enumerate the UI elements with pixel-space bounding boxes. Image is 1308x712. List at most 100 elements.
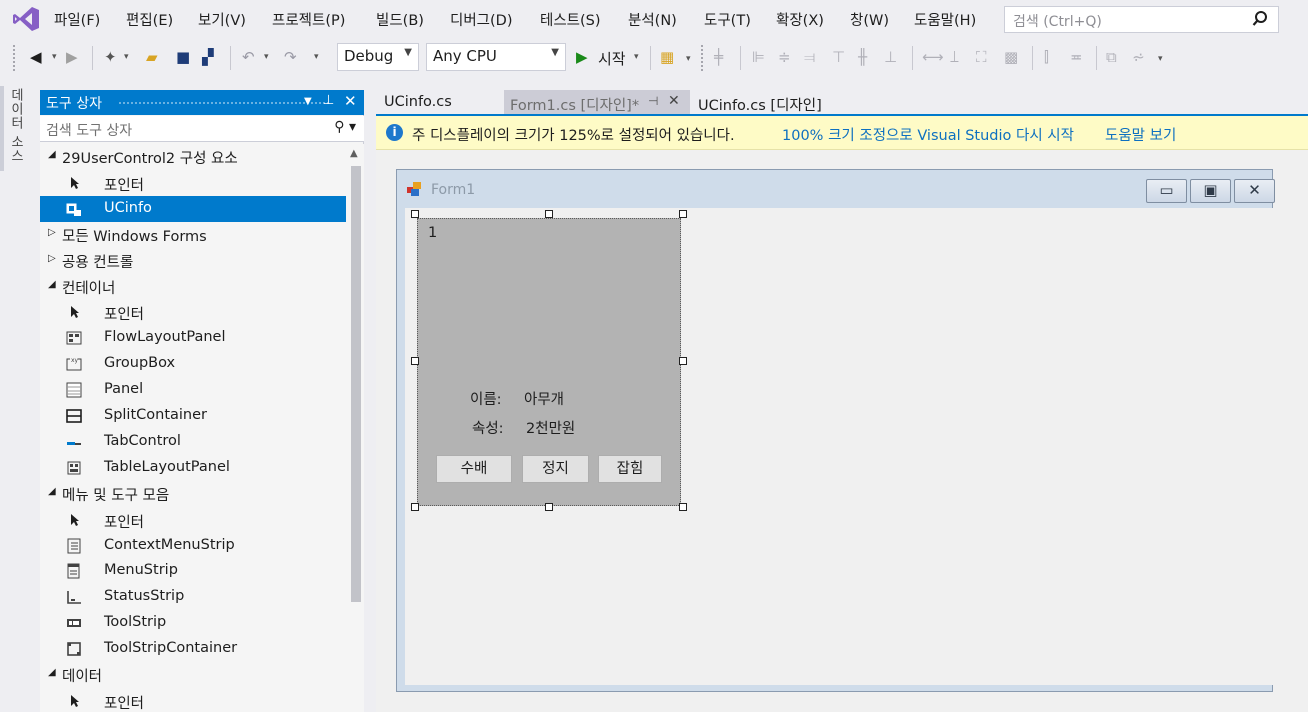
close-button[interactable]: ✕ <box>1234 179 1275 203</box>
collapsed-triangle-icon[interactable]: ▷ <box>48 227 56 238</box>
close-tab-icon[interactable]: ✕ <box>668 93 680 109</box>
align-lefts-icon[interactable]: ⊫ <box>752 48 765 66</box>
start-play-icon[interactable]: ▶ <box>576 48 588 66</box>
expanded-triangle-icon[interactable]: ◢ <box>48 486 56 497</box>
new-project-dropdown-icon[interactable]: ▾ <box>124 52 129 62</box>
solution-configuration-select[interactable]: Debug ▼ <box>337 43 419 71</box>
window-position-dropdown-icon[interactable]: ▼ <box>304 96 312 107</box>
toolbox-item[interactable]: TabControl <box>40 429 346 455</box>
resize-handle-sw[interactable] <box>411 503 419 511</box>
toolbox-search-input[interactable]: 검색 도구 상자 ⚲ ▾ <box>40 116 364 142</box>
start-button[interactable]: 시작 <box>598 48 626 69</box>
search-input[interactable]: 검색 (Ctrl+Q) <box>1004 6 1279 33</box>
toolbox-item[interactable]: 포인터 <box>40 507 346 533</box>
new-project-icon[interactable]: ✦ <box>104 48 117 66</box>
caught-button[interactable]: 잡힘 <box>598 455 662 483</box>
menu-test[interactable]: 테스트(S) <box>540 9 601 30</box>
align-to-grid-icon[interactable]: ╪ <box>714 48 723 66</box>
expanded-triangle-icon[interactable]: ◢ <box>48 149 56 160</box>
toolbar-overflow-icon[interactable]: ▾ <box>1158 54 1163 64</box>
wanted-button[interactable]: 수배 <box>436 455 512 483</box>
expanded-triangle-icon[interactable]: ◢ <box>48 279 56 290</box>
close-icon[interactable]: ✕ <box>344 92 357 110</box>
back-dropdown-icon[interactable]: ▾ <box>52 52 57 62</box>
make-same-width-icon[interactable]: ⟷ <box>922 48 944 66</box>
resize-handle-n[interactable] <box>545 210 553 218</box>
resize-handle-e[interactable] <box>679 357 687 365</box>
menu-extensions[interactable]: 확장(X) <box>776 9 824 30</box>
align-rights-icon[interactable]: ⫤ <box>804 48 815 66</box>
minimize-button[interactable]: ▭ <box>1146 179 1187 203</box>
help-link[interactable]: 도움말 보기 <box>1105 124 1176 145</box>
expanded-triangle-icon[interactable]: ◢ <box>48 667 56 678</box>
toolbox-item[interactable]: MenuStrip <box>40 558 346 584</box>
forward-icon[interactable]: ▶ <box>66 48 78 66</box>
pin-tab-icon[interactable]: ⊣ <box>648 94 658 108</box>
redo-icon[interactable]: ↷ <box>284 48 297 66</box>
menu-edit[interactable]: 편집(E) <box>126 9 173 30</box>
tab-ucinfo-design[interactable]: UCinfo.cs [디자인] <box>692 90 828 116</box>
toolbar-grip[interactable] <box>700 44 704 72</box>
menu-help[interactable]: 도움말(H) <box>914 9 976 30</box>
scrollbar-thumb[interactable] <box>351 166 361 602</box>
menu-build[interactable]: 빌드(B) <box>376 9 424 30</box>
make-same-size-icon[interactable]: ⛶ <box>976 48 987 66</box>
align-middles-icon[interactable]: ╫ <box>858 48 867 66</box>
toolbar-overflow-icon[interactable]: ▾ <box>686 54 691 64</box>
toolbox-category[interactable]: ▷ 모든 Windows Forms <box>40 222 346 248</box>
resize-handle-nw[interactable] <box>411 210 419 218</box>
collapsed-triangle-icon[interactable]: ▷ <box>48 253 56 264</box>
visual-studio-logo-icon[interactable] <box>12 6 40 32</box>
resize-handle-ne[interactable] <box>679 210 687 218</box>
designer-surface[interactable]: Form1 ▭ ▣ ✕ 1 이름: 아무개 속성: 2천만원 수배 정지 잡힘 <box>376 150 1308 712</box>
toolbox-category[interactable]: ▷ 공용 컨트롤 <box>40 248 346 274</box>
align-centers-icon[interactable]: ≑ <box>778 48 791 66</box>
toolbox-item[interactable]: 포인터 <box>40 170 346 196</box>
toolbox-item[interactable]: StatusStrip <box>40 584 346 610</box>
form-window[interactable]: Form1 ▭ ▣ ✕ 1 이름: 아무개 속성: 2천만원 수배 정지 잡힘 <box>396 169 1278 692</box>
horizontal-spacing-icon[interactable]: ⫿ <box>1044 48 1049 66</box>
menu-debug[interactable]: 디버그(D) <box>450 9 513 30</box>
toolbox-item[interactable]: 포인터 <box>40 299 346 325</box>
toolbox-item[interactable]: ToolStrip <box>40 610 346 636</box>
toolbox-category[interactable]: ◢ 컨테이너 <box>40 274 346 300</box>
data-sources-side-tab[interactable]: 데이터 소스 <box>0 86 30 176</box>
toolbox-item[interactable]: TableLayoutPanel <box>40 455 346 481</box>
redo-dropdown-icon[interactable]: ▾ <box>314 52 319 62</box>
toolbox-item[interactable]: SplitContainer <box>40 403 346 429</box>
toolbox-category[interactable]: ◢ 메뉴 및 도구 모음 <box>40 481 346 507</box>
toolbox-item[interactable]: ToolStripContainer <box>40 636 346 662</box>
restart-at-100-link[interactable]: 100% 크기 조정으로 Visual Studio 다시 시작 <box>782 124 1074 145</box>
form-title-bar[interactable]: Form1 ▭ ▣ ✕ <box>397 170 1275 206</box>
form-client-area[interactable]: 1 이름: 아무개 속성: 2천만원 수배 정지 잡힘 <box>405 208 1278 685</box>
tab-order-icon[interactable]: ⩫ <box>1132 48 1145 66</box>
tab-ucinfo-code[interactable]: UCinfo.cs <box>378 90 458 116</box>
pin-icon[interactable]: ⊥ <box>323 93 334 108</box>
toolbox-item[interactable]: ContextMenuStrip <box>40 533 346 559</box>
toolbox-category[interactable]: ◢ 29UserControl2 구성 요소 <box>40 144 346 170</box>
save-icon[interactable]: ■ <box>176 48 190 66</box>
start-dropdown-icon[interactable]: ▾ <box>634 52 639 62</box>
menu-window[interactable]: 창(W) <box>850 9 889 30</box>
toolbox-item[interactable]: UCinfo <box>40 195 346 222</box>
undo-icon[interactable]: ↶ <box>242 48 255 66</box>
toolbox-title-bar[interactable]: 도구 상자 ▼ ⊥ ✕ <box>40 90 364 115</box>
resize-handle-w[interactable] <box>411 357 419 365</box>
toolbar-grip[interactable] <box>12 44 16 72</box>
maximize-button[interactable]: ▣ <box>1190 179 1231 203</box>
menu-tools[interactable]: 도구(T) <box>704 9 751 30</box>
menu-analyze[interactable]: 분석(N) <box>628 9 677 30</box>
menu-file[interactable]: 파일(F) <box>54 9 100 30</box>
resize-handle-se[interactable] <box>679 503 687 511</box>
vertical-spacing-icon[interactable]: ≖ <box>1070 48 1083 66</box>
save-all-icon[interactable]: ▞ <box>202 48 214 66</box>
toolbox-item[interactable]: Panel <box>40 377 346 403</box>
tab-form1-design[interactable]: Form1.cs [디자인]* ⊣ ✕ <box>504 90 690 116</box>
toolbox-scrollbar[interactable]: ▲ <box>346 144 364 712</box>
toolbox-item[interactable]: 포인터 <box>40 688 346 712</box>
toolbox-item[interactable]: xy GroupBox <box>40 351 346 377</box>
solution-platform-select[interactable]: Any CPU ▼ <box>426 43 566 71</box>
undo-dropdown-icon[interactable]: ▾ <box>264 52 269 62</box>
align-bottoms-icon[interactable]: ⊥ <box>884 48 897 66</box>
make-same-height-icon[interactable]: ⟘ <box>950 48 959 66</box>
